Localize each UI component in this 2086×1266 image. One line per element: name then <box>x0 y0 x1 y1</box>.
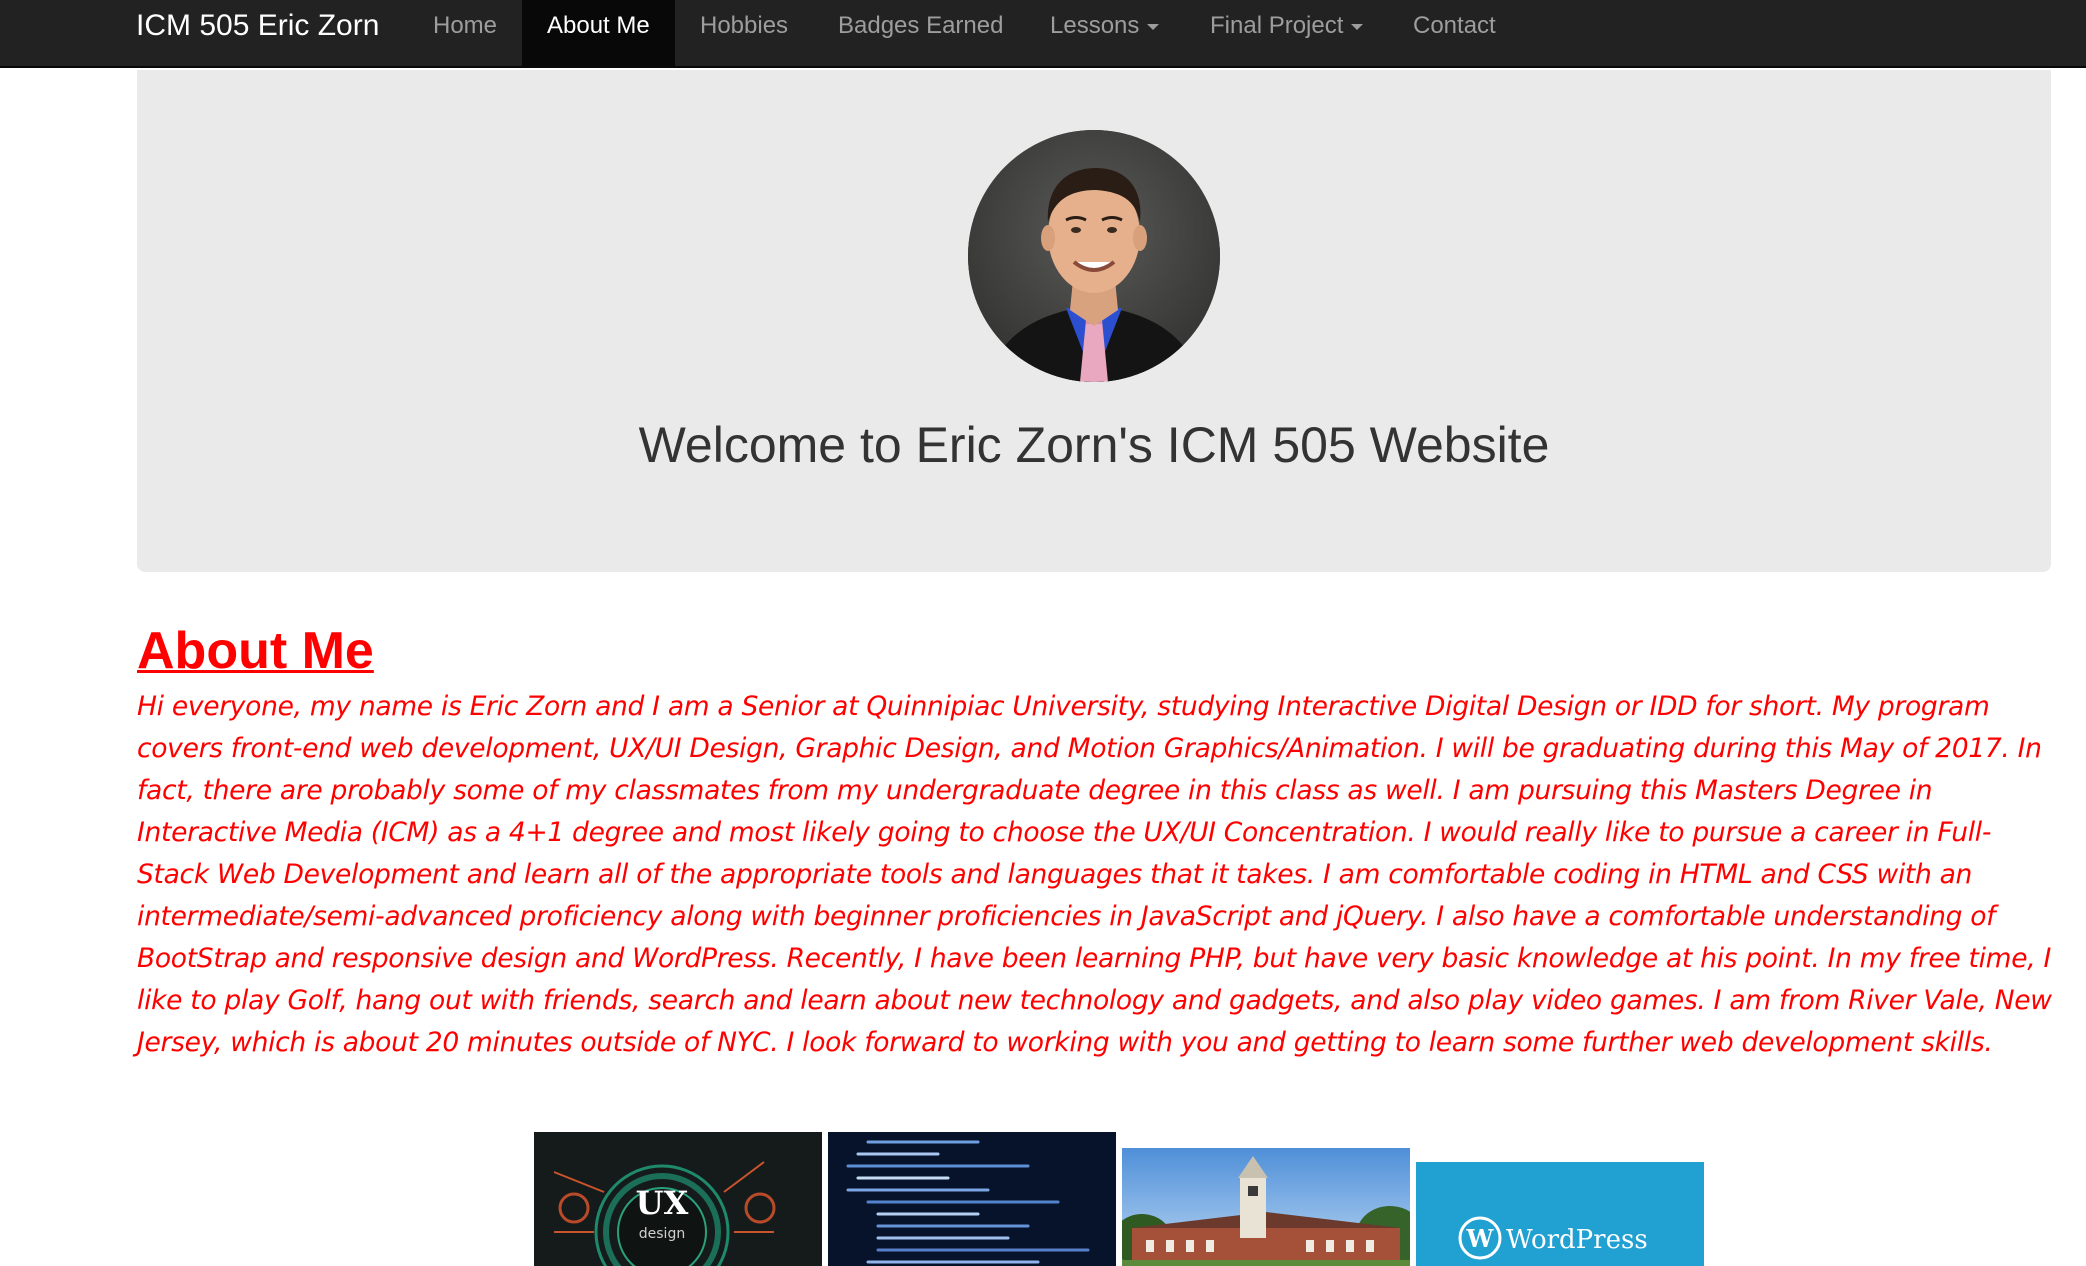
nav-item-contact[interactable]: Contact <box>1388 0 1521 66</box>
nav-item-label: Hobbies <box>700 12 789 39</box>
nav-item-label: Contact <box>1413 12 1496 39</box>
svg-text:W: W <box>1466 1224 1495 1253</box>
university-building-thumbnail <box>1122 1148 1410 1266</box>
ux-title: UX <box>636 1184 689 1222</box>
nav-item-hobbies[interactable]: Hobbies <box>675 0 813 66</box>
nav-item-final-project-dropdown[interactable]: Final Project <box>1185 0 1388 66</box>
caret-down-icon <box>1147 23 1160 30</box>
wordpress-logo-thumbnail: W WordPress <box>1416 1162 1704 1266</box>
caret-down-icon <box>1351 23 1364 30</box>
about-paragraph: Hi everyone, my name is Eric Zorn and I … <box>137 691 2052 1058</box>
nav-item-badges-earned[interactable]: Badges Earned <box>813 0 1028 66</box>
nav-item-label: Final Project <box>1210 12 1344 39</box>
nav-item-label: About Me <box>547 12 650 39</box>
wordpress-label: WordPress <box>1506 1225 1648 1255</box>
nav-item-home[interactable]: Home <box>408 0 522 66</box>
profile-photo <box>968 130 1220 382</box>
nav-item-label: Home <box>433 12 498 39</box>
top-navbar: ICM 505 Eric Zorn Home About Me Hobbies … <box>0 0 2086 68</box>
nav-item-label: Lessons <box>1050 12 1140 39</box>
nav-item-label: Badges Earned <box>838 12 1004 39</box>
ux-design-thumbnail: UX design <box>534 1132 822 1266</box>
page-title: Welcome to Eric Zorn's ICM 505 Website <box>638 417 1550 473</box>
navbar-brand[interactable]: ICM 505 Eric Zorn <box>136 0 379 52</box>
code-thumbnail <box>828 1132 1116 1266</box>
nav-item-about-me[interactable]: About Me <box>522 0 675 66</box>
about-heading: About Me <box>137 622 374 680</box>
ux-subtitle: design <box>639 1226 685 1242</box>
nav-item-lessons-dropdown[interactable]: Lessons <box>1025 0 1184 66</box>
